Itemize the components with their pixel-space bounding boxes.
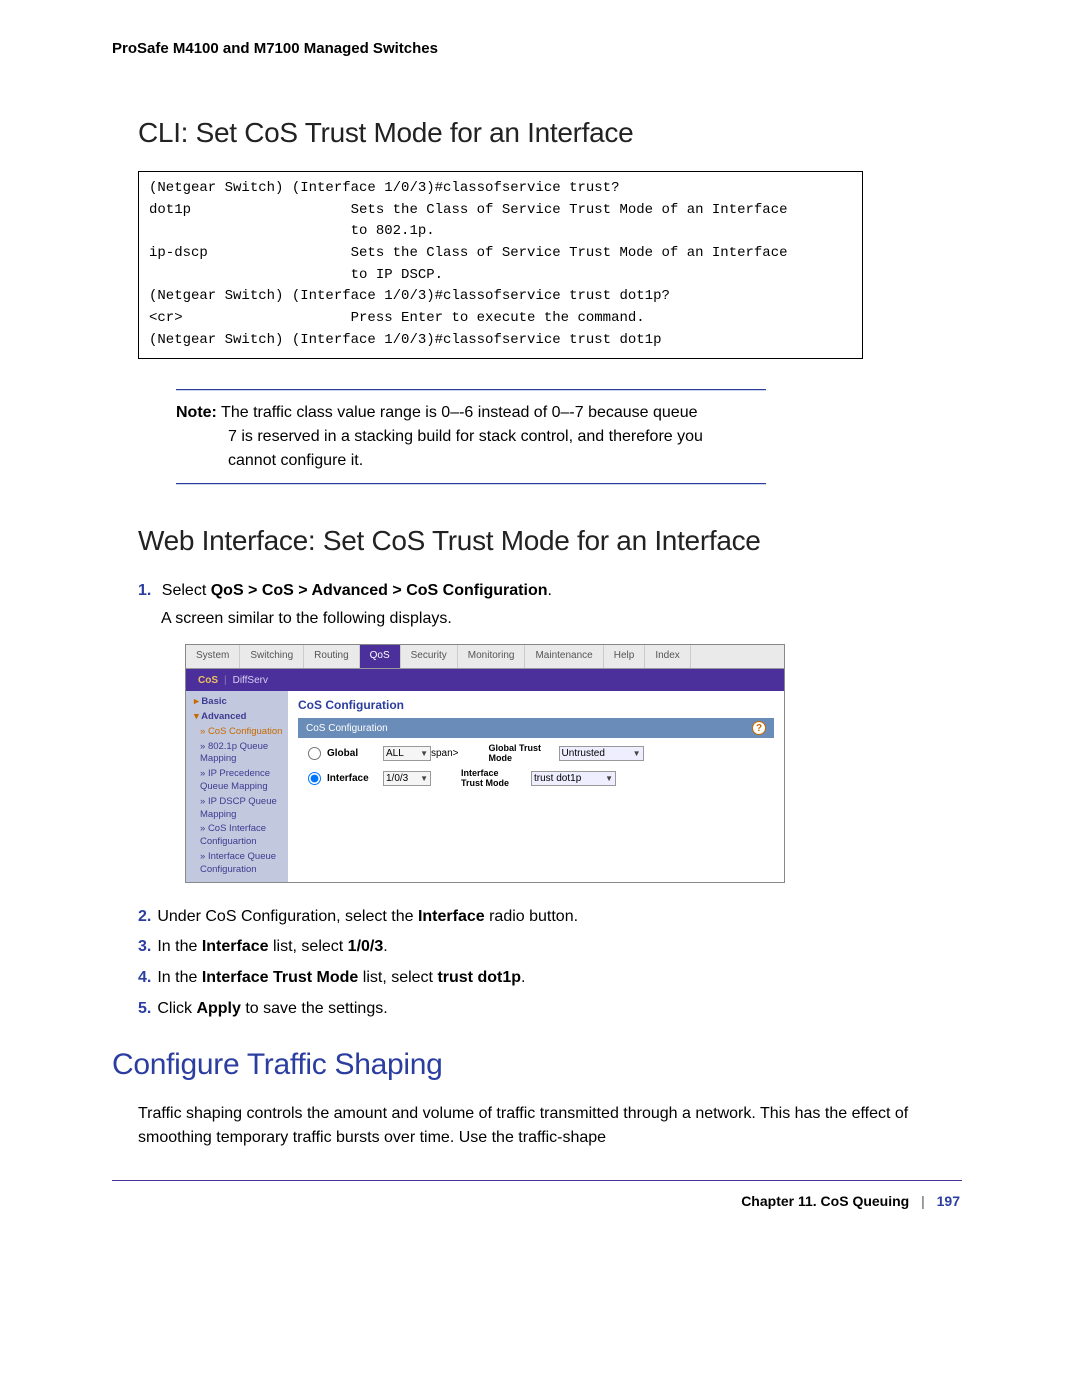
sidebar-advanced[interactable]: ▾ Advanced [190,710,284,725]
step-text: radio button. [485,908,578,925]
config-screenshot: System Switching Routing QoS Security Mo… [185,644,785,883]
sub-tabs: CoS | DiffServ [186,669,784,691]
footer-chapter: Chapter 11. CoS Queuing [741,1193,909,1209]
panel-header-text: CoS Configuration [306,723,388,734]
global-trust-select[interactable]: Untrusted▼ [559,746,644,761]
tab-maintenance[interactable]: Maintenance [525,645,603,668]
main-area: ▸ Basic ▾ Advanced » CoS Configuation » … [186,691,784,882]
help-icon[interactable]: ? [752,721,766,735]
step-num: 1. [138,582,151,599]
sidebar-8021p[interactable]: » 802.1p Queue Mapping [190,740,284,768]
note-line1: The traffic class value range is 0–-6 in… [221,404,697,421]
step-4: 4. In the Interface Trust Mode list, sele… [138,966,1080,991]
note-line3: cannot configure it. [228,449,766,473]
sidebar-basic[interactable]: ▸ Basic [190,695,284,710]
row-global: Global ALL▼span> Global TrustMode Untrus… [308,744,764,764]
chevron-down-icon: ▼ [420,774,428,783]
step-2: 2. Under CoS Configuration, select the In… [138,905,1080,930]
interface-trust-select[interactable]: trust dot1p▼ [531,771,616,786]
chevron-down-icon: ▼ [633,749,641,758]
footer-page: 197 [937,1193,960,1209]
step-num: 4. [138,969,151,986]
global-trust-label: Global TrustMode [489,744,559,764]
panel-title: CoS Configuration [298,698,774,712]
sidebar-ip-dscp[interactable]: » IP DSCP Queue Mapping [190,795,284,823]
sidebar-ip-prec[interactable]: » IP Precedence Queue Mapping [190,767,284,795]
step-3: 3. In the Interface list, select 1/0/3. [138,935,1080,960]
step-bold: Apply [196,1000,240,1017]
note-rule-top [176,389,766,391]
global-radio[interactable] [308,747,321,760]
step-path: QoS > CoS > Advanced > CoS Configuration [211,582,548,599]
tab-system[interactable]: System [186,645,240,668]
cli-code-block: (Netgear Switch) (Interface 1/0/3)#class… [138,171,863,359]
page-footer: Chapter 11. CoS Queuing | 197 [0,1193,960,1209]
step-bold: Interface [202,938,269,955]
step-5: 5. Click Apply to save the settings. [138,997,1080,1022]
note-label: Note: [176,404,217,421]
panel-header: CoS Configuration ? [298,718,774,738]
section-heading-shaping: Configure Traffic Shaping [112,1048,1080,1082]
sidebar-cos-intf[interactable]: » CoS Interface Configuartion [190,822,284,850]
step-text: In the [157,969,201,986]
step-bold: 1/0/3 [348,938,384,955]
footer-rule [112,1180,962,1181]
step-text: Select [162,582,211,599]
section-heading-web: Web Interface: Set CoS Trust Mode for an… [138,525,1080,557]
steps-list-a: 1. Select QoS > CoS > Advanced > CoS Con… [138,579,1080,633]
sidebar-cos-config[interactable]: » CoS Configuation [190,725,284,740]
tab-help[interactable]: Help [604,645,646,668]
chevron-down-icon: ▼ [420,749,428,758]
panel-body: Global ALL▼span> Global TrustMode Untrus… [298,738,774,800]
interface-select[interactable]: 1/0/3▼ [383,771,431,786]
interface-radio[interactable] [308,772,321,785]
step-text: . [383,938,387,955]
tab-qos[interactable]: QoS [360,645,401,668]
step-text: Click [157,1000,196,1017]
global-select[interactable]: ALL▼ [383,746,431,761]
main-tabs: System Switching Routing QoS Security Mo… [186,645,784,669]
step-subtext: A screen similar to the following displa… [161,607,1080,632]
steps-list-b: 2. Under CoS Configuration, select the In… [138,905,1080,1022]
step-num: 2. [138,908,151,925]
interface-trust-label: InterfaceTrust Mode [461,769,531,789]
tab-security[interactable]: Security [401,645,458,668]
step-1: 1. Select QoS > CoS > Advanced > CoS Con… [138,579,1080,633]
note-line2: 7 is reserved in a stacking build for st… [228,425,766,449]
step-text: list, select [269,938,348,955]
step-text: . [521,969,525,986]
config-panel: CoS Configuration CoS Configuration ? Gl… [288,691,784,882]
step-text: Under CoS Configuration, select the [157,908,418,925]
section-heading-cli: CLI: Set CoS Trust Mode for an Interface [138,117,1080,149]
step-text: to save the settings. [241,1000,388,1017]
step-num: 3. [138,938,151,955]
subtab-cos[interactable]: CoS [194,675,222,686]
tab-index[interactable]: Index [645,645,690,668]
footer-sep: | [921,1193,925,1209]
step-punct: . [548,582,552,599]
subtab-sep: | [222,675,229,686]
note-block: Note: The traffic class value range is 0… [176,401,766,473]
step-bold: Interface Trust Mode [202,969,358,986]
step-num: 5. [138,1000,151,1017]
tab-switching[interactable]: Switching [240,645,304,668]
tab-routing[interactable]: Routing [304,645,359,668]
interface-label: Interface [327,773,383,784]
note-rule-bottom [176,483,766,485]
tab-monitoring[interactable]: Monitoring [458,645,526,668]
subtab-diffserv[interactable]: DiffServ [229,675,272,686]
global-label: Global [327,748,383,759]
sidebar-intf-queue[interactable]: » Interface Queue Configuration [190,850,284,878]
step-bold: trust dot1p [437,969,521,986]
step-text: In the [157,938,201,955]
step-bold: Interface [418,908,485,925]
chevron-down-icon: ▼ [605,774,613,783]
paragraph-shaping: Traffic shaping controls the amount and … [138,1102,958,1150]
running-header: ProSafe M4100 and M7100 Managed Switches [112,40,1080,57]
row-interface: Interface 1/0/3▼ InterfaceTrust Mode tru… [308,769,764,789]
sidebar-nav: ▸ Basic ▾ Advanced » CoS Configuation » … [186,691,288,882]
step-text: list, select [358,969,437,986]
